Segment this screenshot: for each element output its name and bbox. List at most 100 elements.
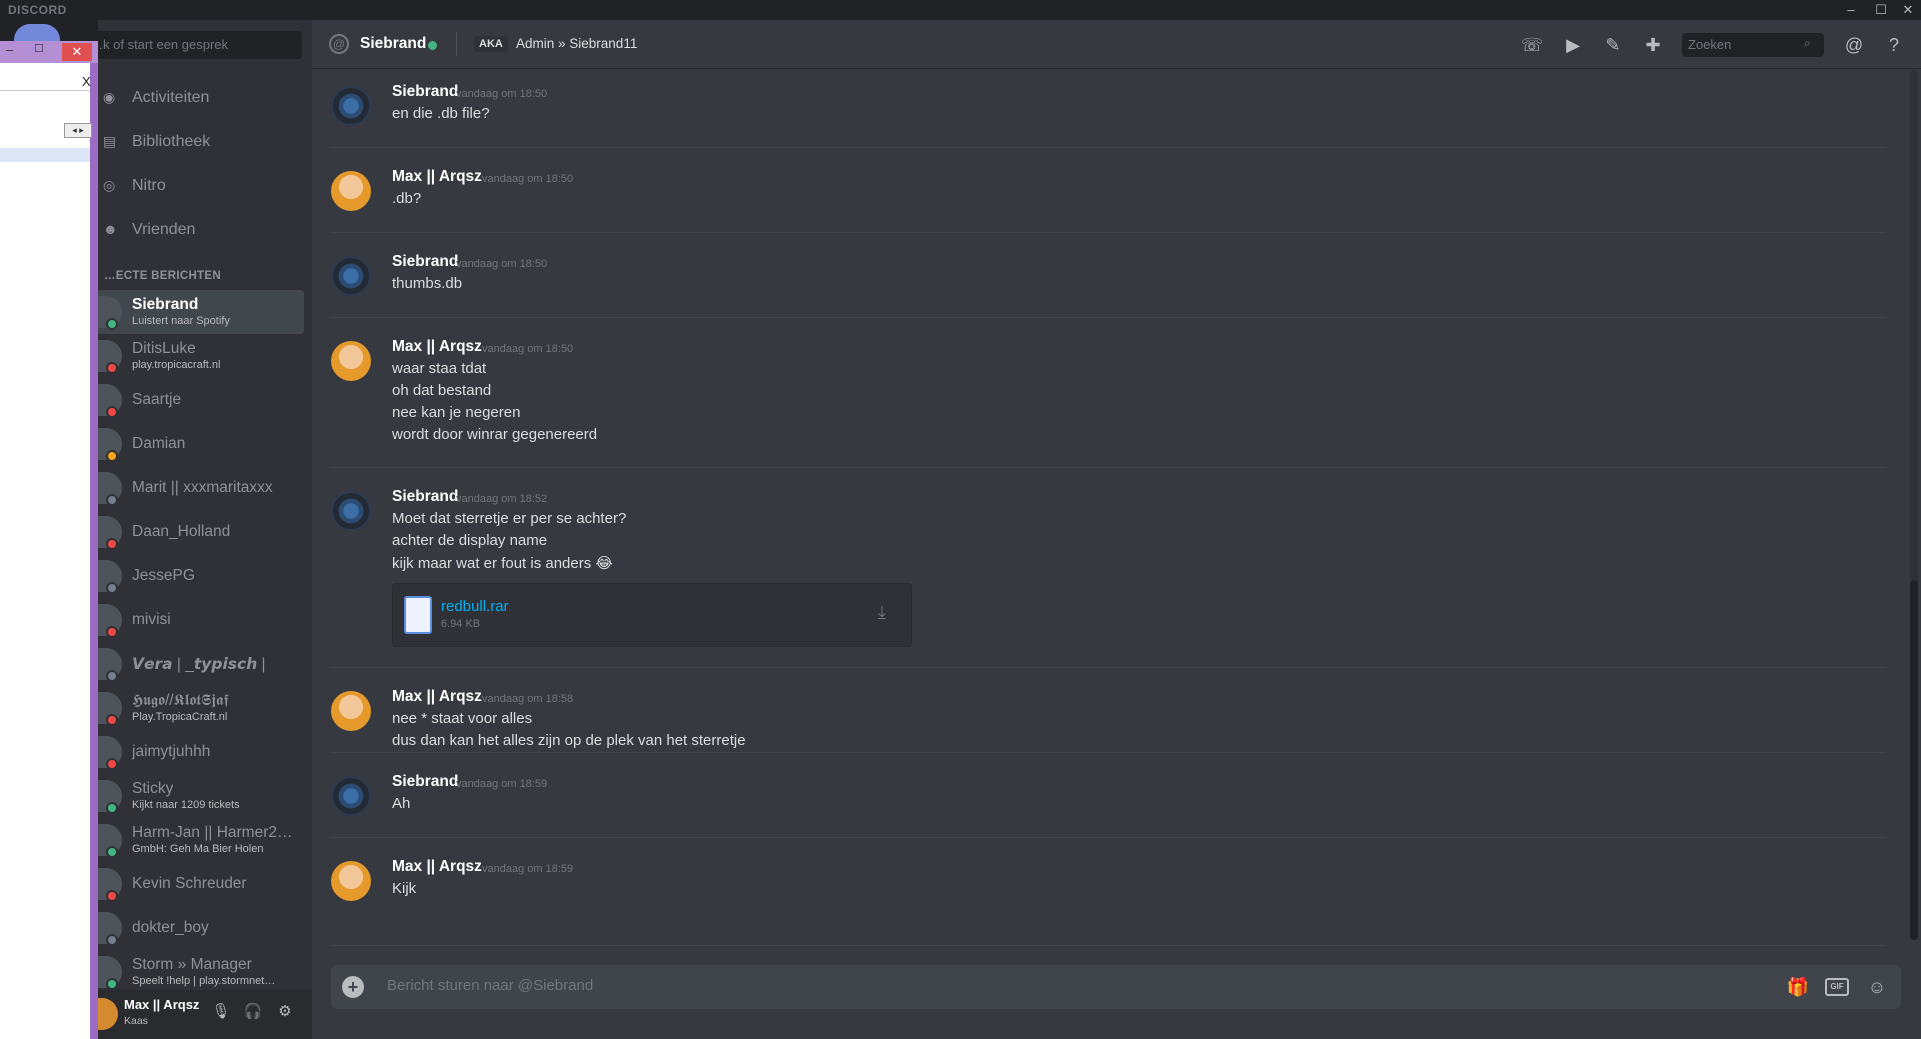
dm-item[interactable]: Storm » Manager Speelt !help | play.storm… xyxy=(98,950,304,994)
friends-icon: ☻ xyxy=(103,221,118,237)
attachment-filename-link[interactable]: redbull.rar xyxy=(441,598,509,615)
mentions-icon[interactable]: @ xyxy=(1842,33,1866,57)
dm-item[interactable]: Daan_Holland xyxy=(98,510,304,554)
message-avatar[interactable] xyxy=(331,491,371,531)
message-avatar[interactable] xyxy=(331,86,371,126)
message-text: .db? xyxy=(392,190,422,207)
status-indicator xyxy=(106,450,118,462)
dm-name: Saartje xyxy=(132,391,182,408)
message-timestamp: vandaag om 18:50 xyxy=(456,88,548,100)
message-timestamp: vandaag om 18:52 xyxy=(456,493,548,505)
activity-icon: ◉ xyxy=(103,89,116,105)
message-avatar[interactable] xyxy=(331,861,371,901)
overlay-maximize-button[interactable]: ☐ xyxy=(34,42,44,55)
message-avatar[interactable] xyxy=(331,691,371,731)
add-friend-icon[interactable]: ✚ xyxy=(1641,33,1665,57)
dm-name: 𝕳𝖚𝖌𝖔//𝕶𝖑𝖔𝖙𝕾𝖏𝖆𝖋 xyxy=(132,692,229,709)
microphone-icon[interactable]: 🎙 xyxy=(210,1001,232,1023)
nav-label: Activiteiten xyxy=(132,89,210,106)
dm-item[interactable]: Siebrand Luistert naar Spotify xyxy=(98,290,304,334)
overlay-x-button[interactable]: X xyxy=(82,74,91,89)
message-text: en die .db file? xyxy=(392,105,490,122)
dm-activity: play.tropicacraft.nl xyxy=(132,359,221,371)
message-avatar[interactable] xyxy=(331,776,371,816)
dm-item[interactable]: Damian xyxy=(98,422,304,466)
message-author[interactable]: Siebrand xyxy=(392,773,458,791)
message-author[interactable]: Max || Arqsz xyxy=(392,168,482,186)
nav-activities[interactable]: ◉ Activiteiten xyxy=(98,77,304,121)
video-call-icon[interactable]: ▶ xyxy=(1561,33,1585,57)
dm-item[interactable]: Kevin Schreuder xyxy=(98,862,304,906)
emoji-icon[interactable]: ☺ xyxy=(1864,975,1890,999)
overlay-close-button[interactable]: ✕ xyxy=(62,43,92,61)
dm-activity: Speelt !help | play.stormnet… xyxy=(132,975,276,987)
message-divider xyxy=(330,752,1886,753)
help-icon[interactable]: ? xyxy=(1882,33,1906,57)
gift-icon[interactable]: 🎁 xyxy=(1785,975,1811,999)
message-divider xyxy=(330,232,1886,233)
dm-item[interactable]: Saartje xyxy=(98,378,304,422)
close-window-button[interactable]: ✕ xyxy=(1893,0,1921,20)
message-divider xyxy=(330,667,1886,668)
nitro-icon: ◎ xyxy=(103,177,116,193)
gif-icon[interactable]: GIF xyxy=(1825,978,1849,996)
chat-scrollbar-thumb[interactable] xyxy=(1910,580,1918,940)
pinned-messages-icon[interactable]: ✎ xyxy=(1601,33,1625,57)
nav-nitro[interactable]: ◎ Nitro xyxy=(98,165,304,209)
dm-item[interactable]: Harm-Jan || Harmer2… GmbH: Geh Ma Bier Ho… xyxy=(98,818,304,862)
message-author[interactable]: Siebrand xyxy=(392,488,458,506)
aka-names: Admin » Siebrand11 xyxy=(516,36,638,51)
dm-item[interactable]: DitisLuke play.tropicacraft.nl xyxy=(98,334,304,378)
message-avatar[interactable] xyxy=(331,171,371,211)
status-indicator xyxy=(106,934,118,946)
dm-item[interactable]: Sticky Kijkt naar 1209 tickets xyxy=(98,774,304,818)
overlay-selected-row[interactable] xyxy=(0,148,90,162)
dm-item[interactable]: Marit || xxxmaritaxxx xyxy=(98,466,304,510)
message-author[interactable]: Siebrand xyxy=(392,253,458,271)
aka-badge: AKA xyxy=(474,36,508,52)
dm-name: mivisi xyxy=(132,611,171,628)
message-author[interactable]: Max || Arqsz xyxy=(392,338,482,356)
message-text: achter de display name xyxy=(392,532,548,549)
attachment-size: 6.94 KB xyxy=(441,618,481,630)
status-indicator xyxy=(106,846,118,858)
file-icon xyxy=(404,596,432,634)
dm-item[interactable]: mivisi xyxy=(98,598,304,642)
find-conversation-input[interactable]: …k of start een gesprek xyxy=(82,31,302,59)
overlay-minimize-button[interactable]: – xyxy=(6,42,13,57)
dm-item[interactable]: jaimytjuhhh xyxy=(98,730,304,774)
settings-gear-icon[interactable]: ⚙ xyxy=(274,1001,296,1023)
message-timestamp: vandaag om 18:59 xyxy=(456,778,548,790)
headphones-icon[interactable]: 🎧 xyxy=(242,1001,264,1023)
upload-plus-icon[interactable]: + xyxy=(342,976,364,998)
message-avatar[interactable] xyxy=(331,256,371,296)
minimize-button[interactable]: – xyxy=(1836,0,1866,20)
status-indicator xyxy=(106,318,118,330)
nav-label: Vrienden xyxy=(132,221,196,238)
nav-library[interactable]: ▤ Bibliotheek xyxy=(98,121,304,165)
nav-friends[interactable]: ☻ Vrienden xyxy=(98,209,304,253)
dm-item[interactable]: JessePG xyxy=(98,554,304,598)
dm-name: Storm » Manager xyxy=(132,956,252,973)
search-icon: ⌕ xyxy=(1804,36,1811,50)
download-icon[interactable]: ⤓ xyxy=(878,602,886,623)
dm-name: Harm-Jan || Harmer2… xyxy=(132,824,293,841)
dm-item[interactable]: dokter_boy xyxy=(98,906,304,950)
message-avatar[interactable] xyxy=(331,341,371,381)
message-timestamp: vandaag om 18:59 xyxy=(482,863,574,875)
maximize-button[interactable]: ☐ xyxy=(1866,0,1896,20)
chat-search-input[interactable]: Zoeken xyxy=(1682,33,1824,57)
message-author[interactable]: Siebrand xyxy=(392,83,458,101)
dm-activity: Play.TropicaCraft.nl xyxy=(132,711,228,723)
message-timestamp: vandaag om 18:50 xyxy=(482,343,574,355)
message-text: nee * staat voor alles xyxy=(392,710,533,727)
message-author[interactable]: Max || Arqsz xyxy=(392,688,482,706)
status-indicator xyxy=(106,582,118,594)
voice-call-icon[interactable]: ☏ xyxy=(1520,33,1544,57)
dm-item[interactable]: 𝕳𝖚𝖌𝖔//𝕶𝖑𝖔𝖙𝕾𝖏𝖆𝖋 Play.TropicaCraft.nl xyxy=(98,686,304,730)
message-text: nee kan je negeren xyxy=(392,404,521,421)
overlay-scroll-arrows[interactable]: ◂ ▸ xyxy=(64,123,92,138)
message-input-placeholder[interactable]: Bericht sturen naar @Siebrand xyxy=(387,977,593,994)
message-author[interactable]: Max || Arqsz xyxy=(392,858,482,876)
dm-item[interactable]: 𝙑𝙚𝙧𝙖 | _𝙩𝙮𝙥𝙞𝙨𝙘𝙝 | xyxy=(98,642,304,686)
